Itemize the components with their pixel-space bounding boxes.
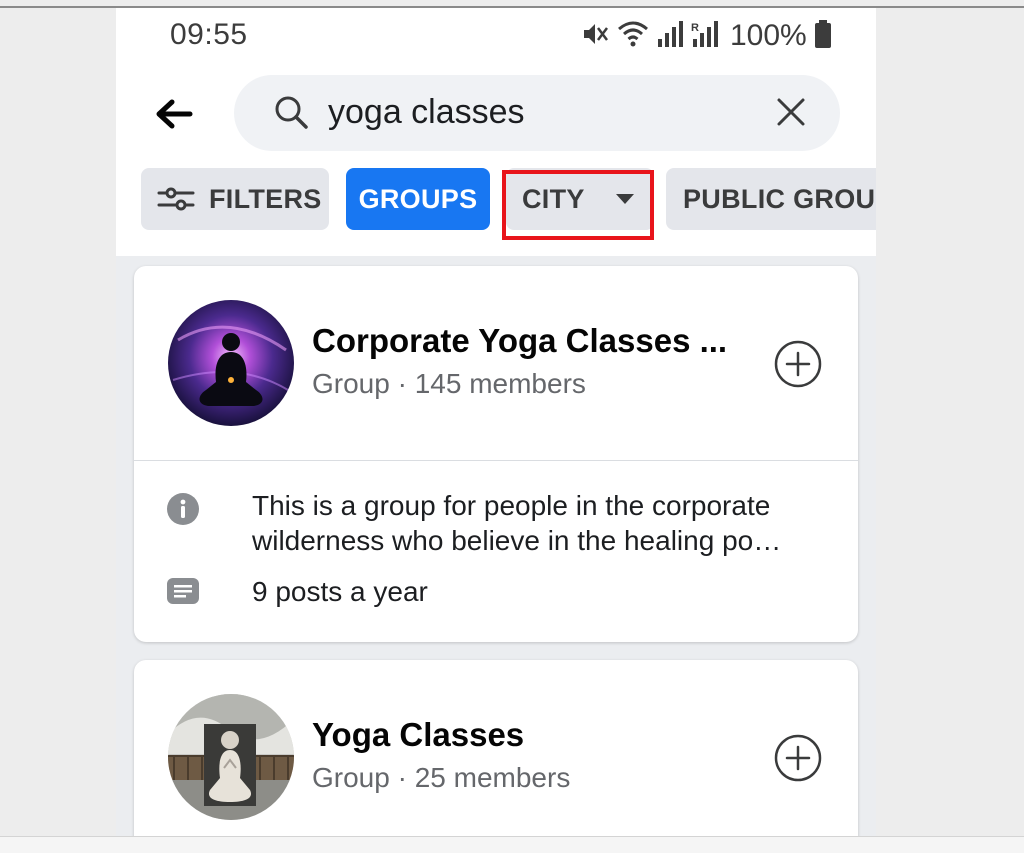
clear-search-button[interactable] bbox=[774, 95, 808, 134]
filters-chip[interactable]: FILTERS bbox=[141, 168, 329, 230]
search-header: 09:55 R 100% yoga classes FILTERS GROUPS… bbox=[116, 8, 876, 256]
public-group-label: PUBLIC GROUP bbox=[683, 183, 876, 214]
battery-icon bbox=[813, 19, 833, 54]
phone-screen: 09:55 R 100% yoga classes FILTERS GROUPS… bbox=[116, 8, 876, 836]
close-icon bbox=[777, 98, 805, 126]
filter-chips: FILTERS GROUPS CITY PUBLIC GROUP bbox=[116, 168, 876, 232]
group-avatar bbox=[168, 300, 294, 426]
status-bar: 09:55 R 100% bbox=[116, 8, 876, 64]
join-group-button[interactable] bbox=[774, 734, 822, 782]
search-icon bbox=[274, 95, 310, 136]
signal-roaming-icon: R bbox=[690, 19, 720, 54]
group-meta: Group · 145 members bbox=[312, 368, 586, 399]
frame-bottom-border bbox=[0, 836, 1024, 853]
posts-icon bbox=[166, 576, 200, 611]
status-time: 09:55 bbox=[170, 18, 248, 51]
back-arrow-icon bbox=[156, 99, 193, 129]
search-input[interactable]: yoga classes bbox=[234, 75, 840, 151]
group-activity: 9 posts a year bbox=[252, 576, 428, 607]
svg-text:R: R bbox=[691, 22, 699, 34]
card-divider bbox=[134, 460, 858, 461]
group-avatar bbox=[168, 694, 294, 820]
plus-circle-icon bbox=[774, 340, 822, 388]
back-button[interactable] bbox=[152, 94, 196, 134]
battery-percent: 100% bbox=[730, 19, 807, 52]
wifi-icon bbox=[616, 19, 650, 54]
filters-label: FILTERS bbox=[209, 183, 322, 214]
info-icon bbox=[166, 492, 200, 531]
search-query-text: yoga classes bbox=[328, 93, 525, 131]
join-group-button[interactable] bbox=[774, 340, 822, 388]
sliders-icon bbox=[157, 187, 195, 211]
groups-chip[interactable]: GROUPS bbox=[346, 168, 490, 230]
group-result-card[interactable]: Corporate Yoga Classes ... Group · 145 m… bbox=[134, 266, 858, 642]
mute-icon bbox=[580, 19, 610, 54]
public-group-chip[interactable]: PUBLIC GROUP bbox=[666, 168, 876, 230]
groups-label: GROUPS bbox=[358, 183, 478, 214]
group-result-card[interactable]: Yoga Classes Group · 25 members bbox=[134, 660, 858, 836]
city-highlight-box bbox=[502, 170, 654, 240]
plus-circle-icon bbox=[774, 734, 822, 782]
group-name[interactable]: Yoga Classes bbox=[312, 716, 524, 754]
group-meta: Group · 25 members bbox=[312, 762, 571, 793]
group-name[interactable]: Corporate Yoga Classes ... bbox=[312, 322, 727, 360]
group-description: This is a group for people in the corpor… bbox=[252, 490, 782, 556]
status-icons: R 100% bbox=[580, 19, 833, 54]
signal-icon bbox=[656, 19, 684, 54]
